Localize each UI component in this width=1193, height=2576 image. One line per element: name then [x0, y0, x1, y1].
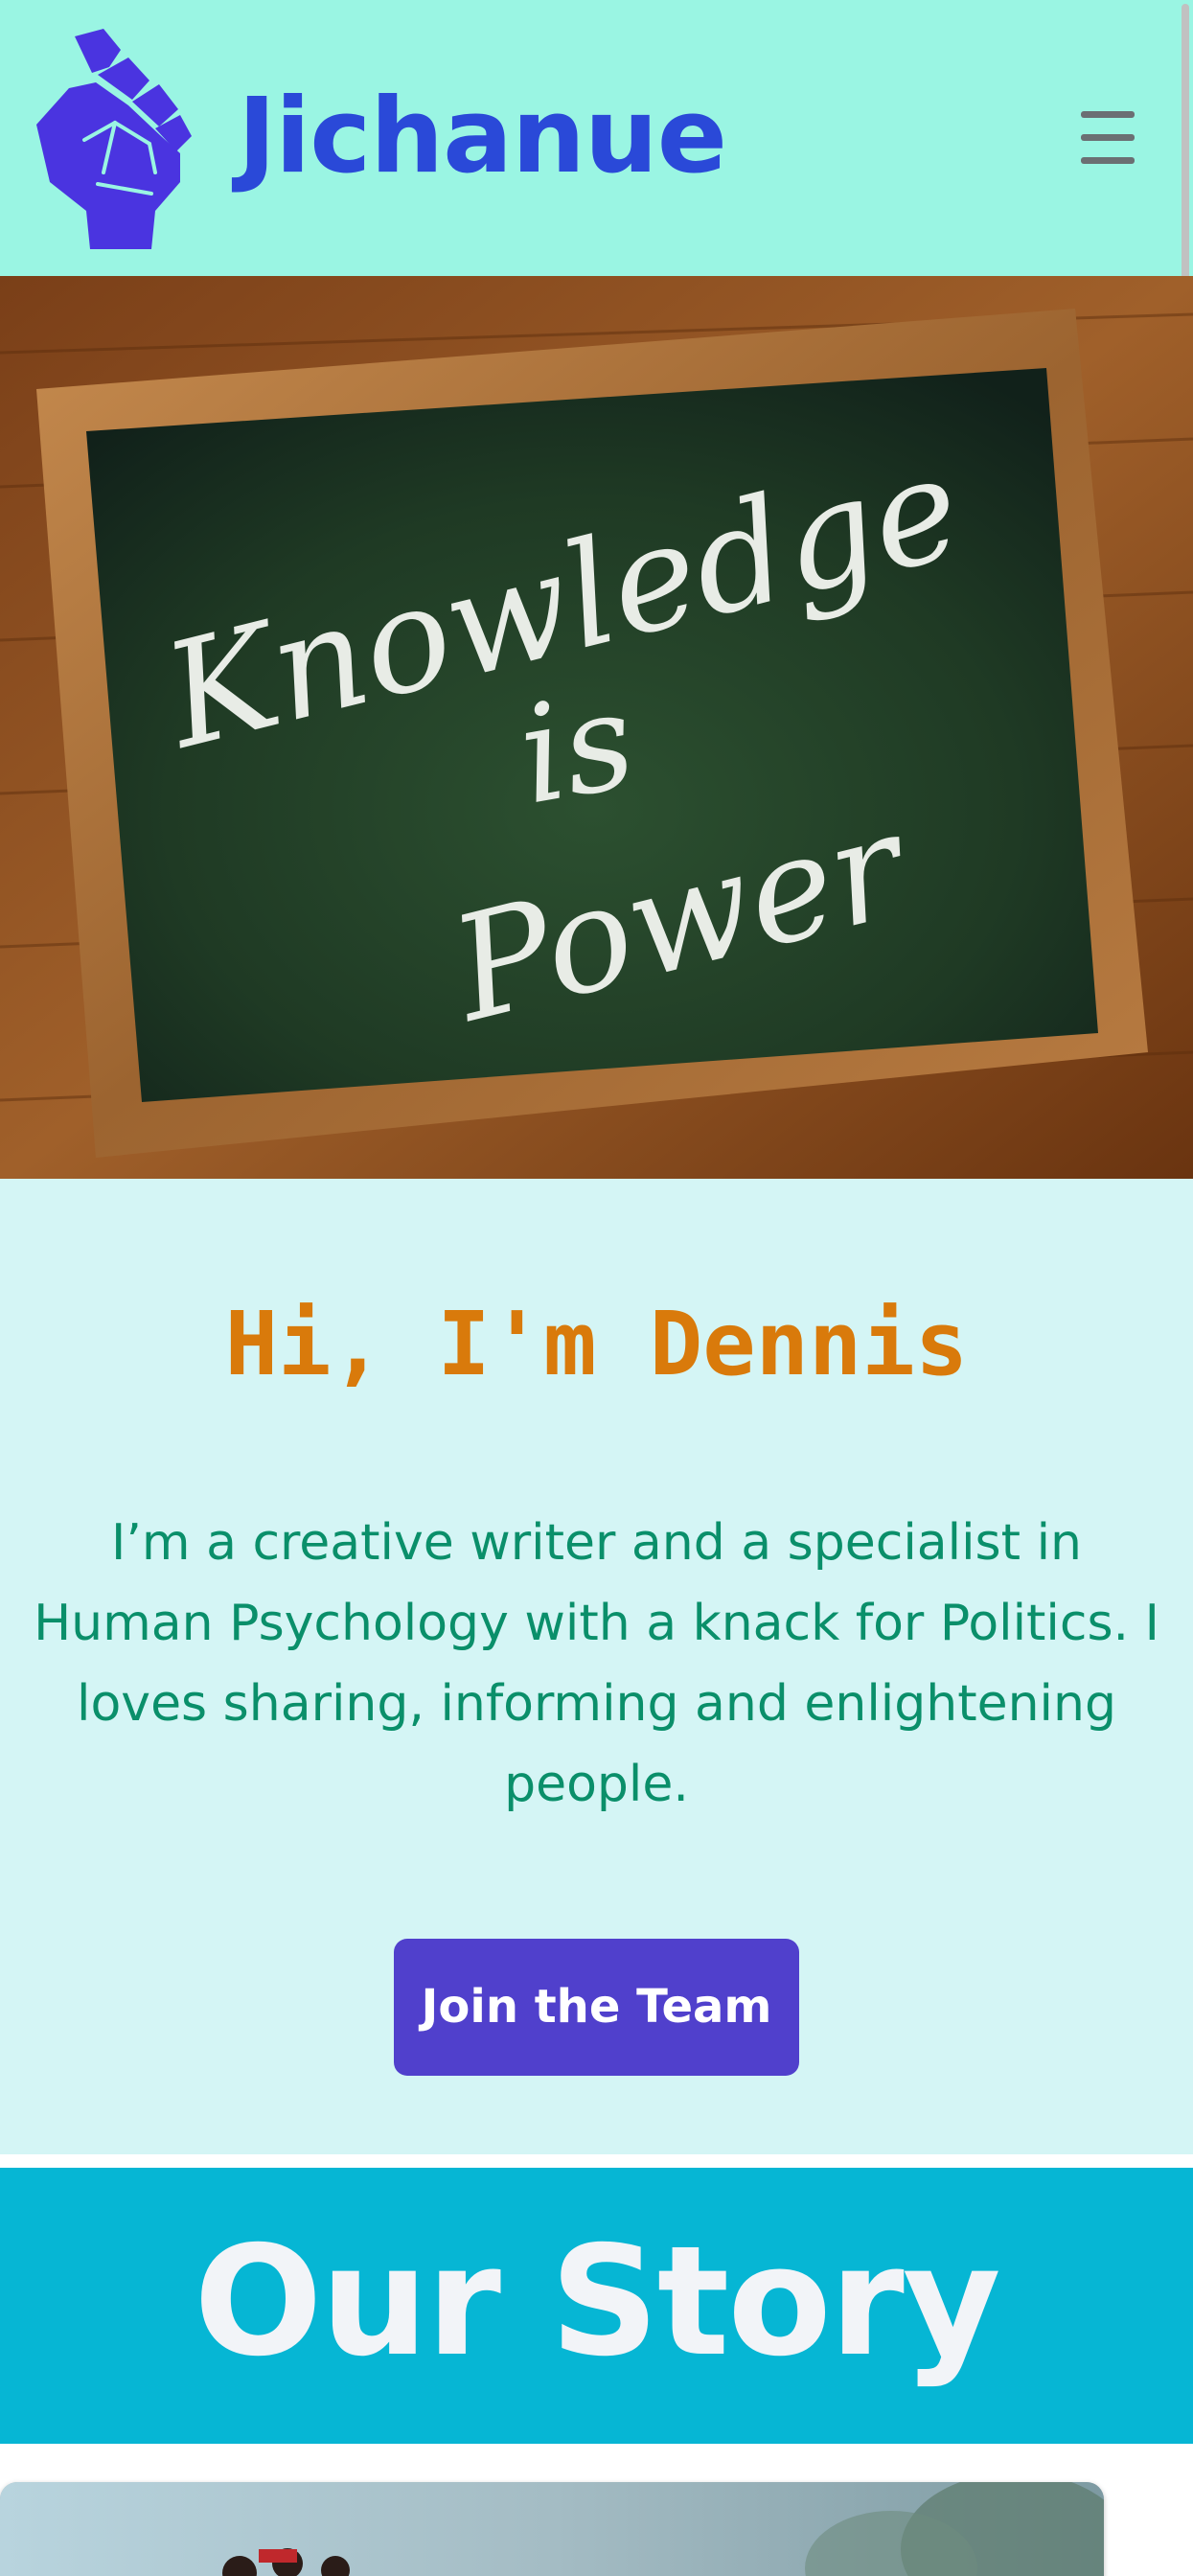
site-header: Jichanue — [0, 0, 1193, 276]
protest-photo — [0, 2482, 1104, 2576]
brand-name[interactable]: Jichanue — [238, 75, 727, 199]
join-team-button[interactable]: Join the Team — [394, 1939, 799, 2076]
raised-fist-icon[interactable] — [36, 29, 192, 249]
intro-text: I’m a creative writer and a specialist i… — [34, 1514, 1159, 1813]
intro-section: Hi, I'm Dennis I’m a creative writer and… — [0, 1179, 1193, 2154]
story-image-card[interactable] — [0, 2482, 1104, 2576]
intro-title: Hi, I'm Dennis — [224, 1293, 969, 1395]
hamburger-menu-icon[interactable] — [1077, 109, 1138, 167]
our-story-title: Our Story — [194, 2214, 1001, 2390]
chalkboard-photo: Knowledge is Power — [0, 276, 1193, 1179]
our-story-banner: Our Story — [0, 2168, 1193, 2444]
hero-image: Knowledge is Power — [0, 276, 1193, 1179]
